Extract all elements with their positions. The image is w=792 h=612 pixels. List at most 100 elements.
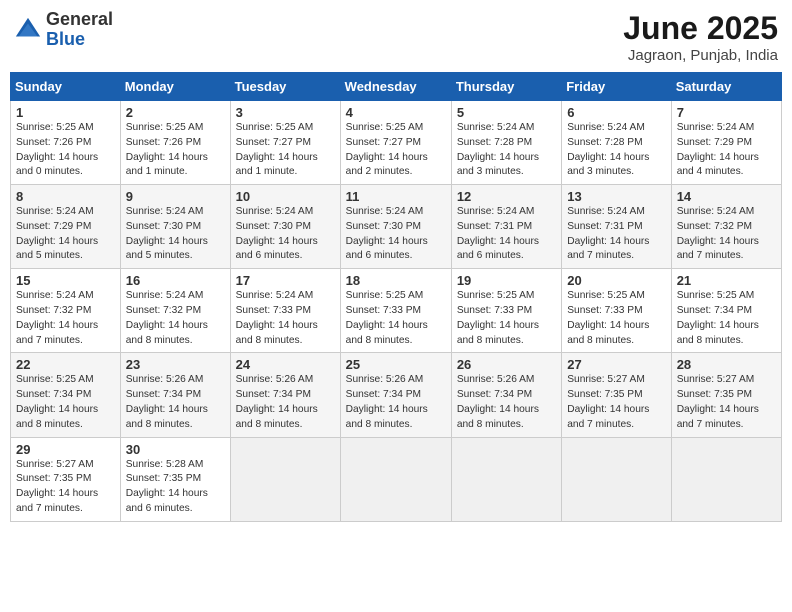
day-number: 17 [236,273,335,288]
table-cell [340,437,451,521]
day-number: 29 [16,442,115,457]
table-cell: 9Sunrise: 5:24 AM Sunset: 7:30 PM Daylig… [120,185,230,269]
day-info: Sunrise: 5:25 AM Sunset: 7:26 PM Dayligh… [126,121,225,180]
table-cell: 10Sunrise: 5:24 AM Sunset: 7:30 PM Dayli… [230,185,340,269]
calendar-header-row: Sunday Monday Tuesday Wednesday Thursday… [11,73,782,101]
table-cell: 6Sunrise: 5:24 AM Sunset: 7:28 PM Daylig… [562,101,671,185]
day-number: 6 [567,105,665,120]
page-header: General Blue June 2025 Jagraon, Punjab, … [10,10,782,64]
day-number: 1 [16,105,115,120]
table-cell: 22Sunrise: 5:25 AM Sunset: 7:34 PM Dayli… [11,353,121,437]
logo-blue: Blue [46,30,113,50]
day-info: Sunrise: 5:27 AM Sunset: 7:35 PM Dayligh… [16,458,115,517]
col-thursday: Thursday [451,73,561,101]
table-cell: 30Sunrise: 5:28 AM Sunset: 7:35 PM Dayli… [120,437,230,521]
col-monday: Monday [120,73,230,101]
day-info: Sunrise: 5:26 AM Sunset: 7:34 PM Dayligh… [236,373,335,432]
table-cell: 18Sunrise: 5:25 AM Sunset: 7:33 PM Dayli… [340,269,451,353]
day-info: Sunrise: 5:28 AM Sunset: 7:35 PM Dayligh… [126,458,225,517]
table-cell: 8Sunrise: 5:24 AM Sunset: 7:29 PM Daylig… [11,185,121,269]
day-info: Sunrise: 5:25 AM Sunset: 7:34 PM Dayligh… [677,289,776,348]
calendar-row: 8Sunrise: 5:24 AM Sunset: 7:29 PM Daylig… [11,185,782,269]
table-cell: 11Sunrise: 5:24 AM Sunset: 7:30 PM Dayli… [340,185,451,269]
day-info: Sunrise: 5:25 AM Sunset: 7:27 PM Dayligh… [236,121,335,180]
table-cell: 7Sunrise: 5:24 AM Sunset: 7:29 PM Daylig… [671,101,781,185]
day-number: 11 [346,189,446,204]
day-number: 25 [346,357,446,372]
day-number: 30 [126,442,225,457]
table-cell: 5Sunrise: 5:24 AM Sunset: 7:28 PM Daylig… [451,101,561,185]
day-info: Sunrise: 5:24 AM Sunset: 7:30 PM Dayligh… [346,205,446,264]
table-cell: 19Sunrise: 5:25 AM Sunset: 7:33 PM Dayli… [451,269,561,353]
day-number: 16 [126,273,225,288]
day-info: Sunrise: 5:24 AM Sunset: 7:31 PM Dayligh… [567,205,665,264]
day-info: Sunrise: 5:24 AM Sunset: 7:32 PM Dayligh… [677,205,776,264]
table-cell: 24Sunrise: 5:26 AM Sunset: 7:34 PM Dayli… [230,353,340,437]
day-number: 13 [567,189,665,204]
table-cell: 12Sunrise: 5:24 AM Sunset: 7:31 PM Dayli… [451,185,561,269]
day-info: Sunrise: 5:25 AM Sunset: 7:33 PM Dayligh… [567,289,665,348]
day-info: Sunrise: 5:26 AM Sunset: 7:34 PM Dayligh… [126,373,225,432]
table-cell: 26Sunrise: 5:26 AM Sunset: 7:34 PM Dayli… [451,353,561,437]
day-number: 19 [457,273,556,288]
table-cell: 2Sunrise: 5:25 AM Sunset: 7:26 PM Daylig… [120,101,230,185]
day-number: 5 [457,105,556,120]
day-number: 23 [126,357,225,372]
day-number: 8 [16,189,115,204]
day-info: Sunrise: 5:24 AM Sunset: 7:29 PM Dayligh… [16,205,115,264]
day-info: Sunrise: 5:24 AM Sunset: 7:29 PM Dayligh… [677,121,776,180]
day-info: Sunrise: 5:24 AM Sunset: 7:31 PM Dayligh… [457,205,556,264]
col-sunday: Sunday [11,73,121,101]
day-info: Sunrise: 5:24 AM Sunset: 7:28 PM Dayligh… [567,121,665,180]
day-number: 26 [457,357,556,372]
day-info: Sunrise: 5:24 AM Sunset: 7:33 PM Dayligh… [236,289,335,348]
day-number: 4 [346,105,446,120]
col-wednesday: Wednesday [340,73,451,101]
title-block: June 2025 Jagraon, Punjab, India [623,10,778,64]
table-cell: 28Sunrise: 5:27 AM Sunset: 7:35 PM Dayli… [671,353,781,437]
col-saturday: Saturday [671,73,781,101]
day-number: 21 [677,273,776,288]
table-cell: 4Sunrise: 5:25 AM Sunset: 7:27 PM Daylig… [340,101,451,185]
table-cell [671,437,781,521]
day-info: Sunrise: 5:25 AM Sunset: 7:26 PM Dayligh… [16,121,115,180]
calendar-table: Sunday Monday Tuesday Wednesday Thursday… [10,72,782,522]
table-cell: 14Sunrise: 5:24 AM Sunset: 7:32 PM Dayli… [671,185,781,269]
day-number: 28 [677,357,776,372]
day-number: 24 [236,357,335,372]
day-info: Sunrise: 5:27 AM Sunset: 7:35 PM Dayligh… [567,373,665,432]
table-cell: 16Sunrise: 5:24 AM Sunset: 7:32 PM Dayli… [120,269,230,353]
table-cell: 27Sunrise: 5:27 AM Sunset: 7:35 PM Dayli… [562,353,671,437]
day-info: Sunrise: 5:27 AM Sunset: 7:35 PM Dayligh… [677,373,776,432]
table-cell: 3Sunrise: 5:25 AM Sunset: 7:27 PM Daylig… [230,101,340,185]
table-cell: 1Sunrise: 5:25 AM Sunset: 7:26 PM Daylig… [11,101,121,185]
table-cell: 15Sunrise: 5:24 AM Sunset: 7:32 PM Dayli… [11,269,121,353]
day-number: 12 [457,189,556,204]
day-number: 15 [16,273,115,288]
calendar-row: 15Sunrise: 5:24 AM Sunset: 7:32 PM Dayli… [11,269,782,353]
month-title: June 2025 [623,10,778,47]
location: Jagraon, Punjab, India [623,47,778,64]
table-cell: 23Sunrise: 5:26 AM Sunset: 7:34 PM Dayli… [120,353,230,437]
calendar-row: 22Sunrise: 5:25 AM Sunset: 7:34 PM Dayli… [11,353,782,437]
calendar-row: 29Sunrise: 5:27 AM Sunset: 7:35 PM Dayli… [11,437,782,521]
logo-icon [14,16,42,44]
day-info: Sunrise: 5:24 AM Sunset: 7:30 PM Dayligh… [236,205,335,264]
day-number: 10 [236,189,335,204]
day-number: 20 [567,273,665,288]
day-info: Sunrise: 5:24 AM Sunset: 7:30 PM Dayligh… [126,205,225,264]
table-cell: 20Sunrise: 5:25 AM Sunset: 7:33 PM Dayli… [562,269,671,353]
day-number: 14 [677,189,776,204]
day-info: Sunrise: 5:24 AM Sunset: 7:32 PM Dayligh… [126,289,225,348]
logo-general: General [46,10,113,30]
calendar-row: 1Sunrise: 5:25 AM Sunset: 7:26 PM Daylig… [11,101,782,185]
day-info: Sunrise: 5:24 AM Sunset: 7:32 PM Dayligh… [16,289,115,348]
day-number: 9 [126,189,225,204]
day-info: Sunrise: 5:25 AM Sunset: 7:34 PM Dayligh… [16,373,115,432]
day-number: 7 [677,105,776,120]
day-number: 3 [236,105,335,120]
day-info: Sunrise: 5:26 AM Sunset: 7:34 PM Dayligh… [457,373,556,432]
day-number: 22 [16,357,115,372]
table-cell: 21Sunrise: 5:25 AM Sunset: 7:34 PM Dayli… [671,269,781,353]
table-cell: 25Sunrise: 5:26 AM Sunset: 7:34 PM Dayli… [340,353,451,437]
